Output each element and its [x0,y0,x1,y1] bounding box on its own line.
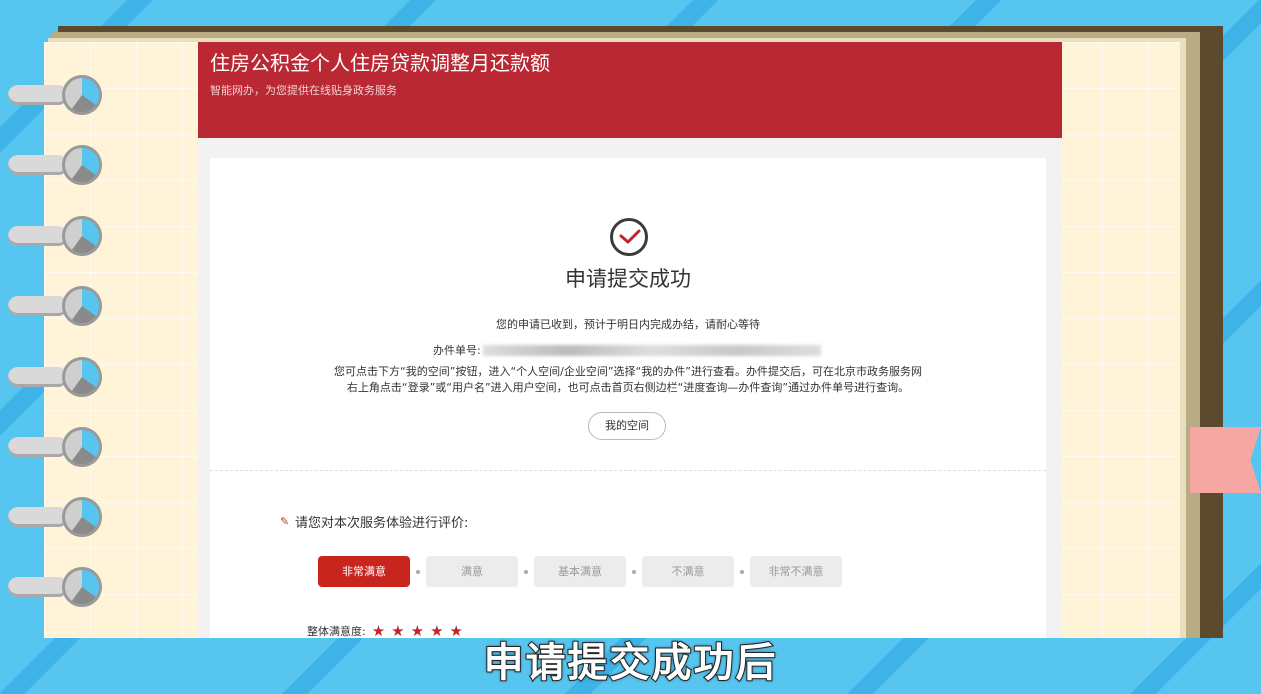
rating-options: 非常满意 满意 基本满意 不满意 非常不满意 [318,556,842,587]
rating-dissatisfied-button[interactable]: 不满意 [642,556,734,587]
instruction-line-1: 您可点击下方“我的空间”按钮，进入“个人空间/企业空间”选择“我的办件”进行查看… [334,365,922,378]
evaluation-prompt: ✎ 请您对本次服务体验进行评价: [280,512,468,531]
page-subtitle: 智能网办，为您提供在线贴身政务服务 [210,84,397,97]
rating-satisfied-button[interactable]: 满意 [426,556,518,587]
web-page-screenshot: 住房公积金个人住房贷款调整月还款额 智能网办，为您提供在线贴身政务服务 申请提交… [198,42,1062,638]
result-card: 申请提交成功 您的申请已收到，预计于明日内完成办结，请耐心等待 办件单号: 您可… [210,158,1046,638]
binding-ring [8,142,102,188]
binding-ring [8,494,102,540]
separator-dot [416,569,420,574]
order-number-row: 办件单号: [433,342,821,358]
order-number-label: 办件单号: [433,344,481,357]
edit-icon: ✎ [280,514,290,528]
bookmark-ribbon [1190,427,1261,493]
instruction-text: 您可点击下方“我的空间”按钮，进入“个人空间/企业空间”选择“我的办件”进行查看… [210,364,1046,396]
rating-basically-satisfied-button[interactable]: 基本满意 [534,556,626,587]
instruction-line-2: 右上角点击“登录”或“用户名”进入用户空间，也可点击首页右侧边栏“进度查询—办件… [346,381,910,394]
separator-dot [524,569,528,574]
binding-ring [8,283,102,329]
my-space-button[interactable]: 我的空间 [588,412,666,440]
rating-very-dissatisfied-button[interactable]: 非常不满意 [750,556,842,587]
separator-dot [740,569,744,574]
order-number-redacted [482,344,821,356]
separator-dot [632,569,636,574]
binding-ring [8,564,102,610]
page-header: 住房公积金个人住房贷款调整月还款额 智能网办，为您提供在线贴身政务服务 [198,42,1062,138]
section-divider [210,470,1046,471]
received-message: 您的申请已收到，预计于明日内完成办结，请耐心等待 [496,318,760,331]
evaluation-prompt-text: 请您对本次服务体验进行评价: [295,516,469,531]
binding-ring [8,213,102,259]
check-circle-icon [610,218,648,256]
binding-ring [8,72,102,118]
success-title: 申请提交成功 [565,267,691,291]
rating-very-satisfied-button[interactable]: 非常满意 [318,556,410,587]
page-title: 住房公积金个人住房贷款调整月还款额 [210,51,550,75]
binding-ring [8,354,102,400]
binding-ring [8,424,102,470]
video-caption: 申请提交成功后 [483,639,778,687]
